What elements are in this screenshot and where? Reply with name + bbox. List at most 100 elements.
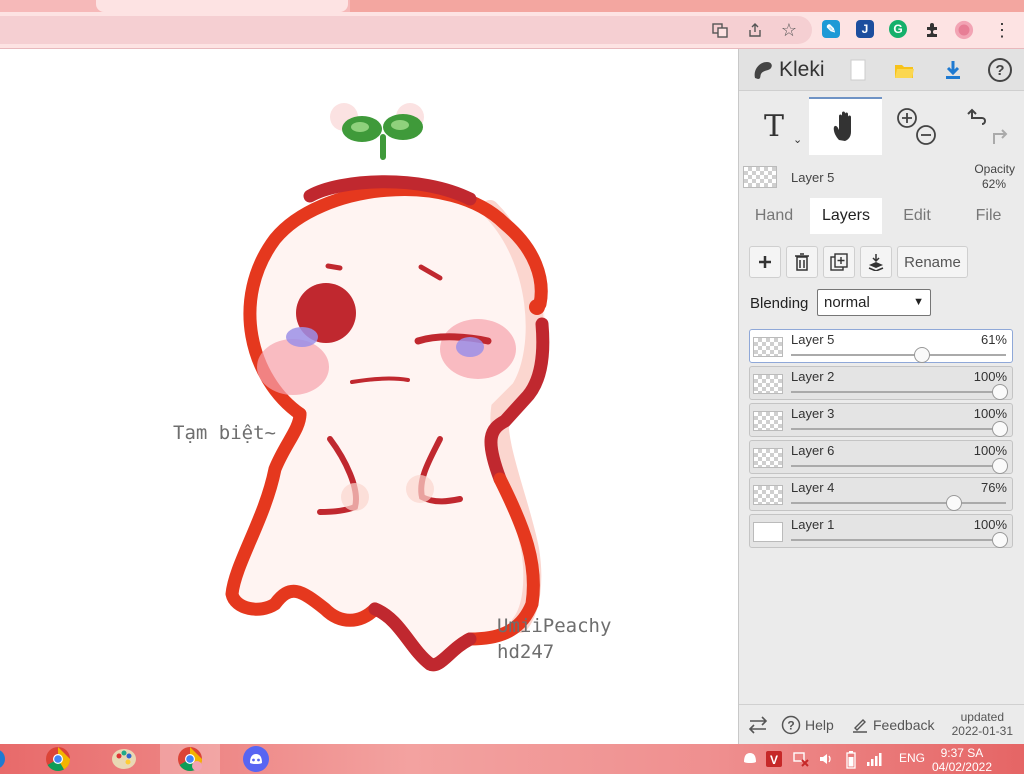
layer-opacity-slider[interactable] bbox=[791, 347, 1006, 363]
undo-icon[interactable] bbox=[966, 108, 986, 125]
share-icon[interactable] bbox=[745, 20, 765, 40]
layer-row[interactable]: Layer 5 61% bbox=[749, 329, 1013, 363]
panel-tabs: Hand Layers Edit File bbox=[739, 198, 1024, 234]
address-bar[interactable] bbox=[0, 16, 812, 44]
layer-opacity-value: 100% bbox=[973, 443, 1007, 458]
layer-row[interactable]: Layer 2 100% bbox=[749, 366, 1013, 400]
zoom-out-icon[interactable] bbox=[916, 125, 936, 145]
layer-opacity-handle[interactable] bbox=[946, 495, 963, 511]
goodbye-text: Tạm biệt~ bbox=[173, 422, 276, 444]
plus-icon bbox=[759, 256, 771, 268]
tray-discord-icon[interactable] bbox=[742, 751, 758, 768]
layer-thumbnail bbox=[753, 448, 783, 468]
signature-id: hd247 bbox=[497, 641, 555, 663]
kleki-panel: Kleki ? T ⌄ Layer 5 Opacity 62% Hand Lay… bbox=[738, 49, 1024, 744]
bookmark-star-icon[interactable]: ☆ bbox=[779, 20, 799, 40]
open-folder-icon[interactable] bbox=[889, 55, 919, 85]
signature-name: UmiiPeachy bbox=[497, 615, 612, 637]
layer-opacity-slider[interactable] bbox=[791, 495, 1006, 511]
updated-label: updated bbox=[960, 710, 1004, 724]
layer-opacity-handle[interactable] bbox=[991, 384, 1008, 400]
current-layer-info: Layer 5 Opacity 62% bbox=[739, 161, 1024, 195]
help-label: Help bbox=[805, 717, 834, 733]
merge-down-button[interactable] bbox=[860, 246, 892, 278]
layer-row[interactable]: Layer 3 100% bbox=[749, 403, 1013, 437]
browser-tab-active[interactable] bbox=[96, 0, 348, 12]
merge-down-icon bbox=[868, 254, 884, 271]
paint-app-icon[interactable] bbox=[94, 744, 154, 774]
blending-value: normal bbox=[824, 294, 870, 311]
zoom-controls bbox=[882, 97, 952, 155]
grammarly-icon[interactable]: G bbox=[889, 20, 907, 38]
feedback-pen-icon bbox=[853, 719, 867, 733]
help-button[interactable]: ? Help bbox=[781, 705, 834, 745]
screen: ☆ ✎ J G ⋮ Tạm biệt~ UmiiPeachy hd247 Kle… bbox=[0, 0, 1024, 774]
tool-bar: T ⌄ bbox=[739, 97, 1024, 155]
layer-row[interactable]: Layer 1 100% bbox=[749, 514, 1013, 548]
swap-side-button[interactable] bbox=[747, 705, 769, 745]
battery-icon[interactable] bbox=[846, 751, 856, 772]
feedback-button[interactable]: Feedback bbox=[851, 705, 934, 745]
taskbar-app-edge-icon[interactable] bbox=[0, 744, 12, 774]
layer-row[interactable]: Layer 4 76% bbox=[749, 477, 1013, 511]
layer-opacity-handle[interactable] bbox=[991, 458, 1008, 474]
layer-opacity-slider[interactable] bbox=[791, 421, 1008, 437]
tray-v-icon[interactable]: V bbox=[766, 751, 782, 770]
tab-file[interactable]: File bbox=[952, 198, 1024, 234]
volume-icon[interactable] bbox=[818, 751, 834, 770]
text-tool-button[interactable]: T ⌄ bbox=[739, 97, 809, 155]
clock-date: 04/02/2022 bbox=[931, 760, 992, 774]
layer-row[interactable]: Layer 6 100% bbox=[749, 440, 1013, 474]
language-indicator[interactable]: ENG bbox=[899, 751, 925, 765]
layer-opacity-handle[interactable] bbox=[914, 347, 931, 363]
feedback-label: Feedback bbox=[873, 717, 935, 733]
new-image-icon[interactable] bbox=[843, 55, 873, 85]
taskbar-clock[interactable]: 9:37 SA 04/02/2022 bbox=[932, 746, 992, 774]
browser-menu-icon[interactable]: ⋮ bbox=[992, 20, 1012, 40]
layer-name: Layer 6 bbox=[791, 443, 835, 458]
discord-icon[interactable] bbox=[226, 744, 286, 774]
svg-text:?: ? bbox=[787, 719, 794, 733]
download-icon[interactable] bbox=[938, 55, 968, 85]
wifi-signal-icon[interactable] bbox=[866, 751, 884, 770]
layer-opacity-value: 100% bbox=[973, 406, 1007, 421]
extension-j-icon[interactable]: J bbox=[856, 20, 874, 38]
help-circle-icon[interactable]: ? bbox=[985, 55, 1015, 85]
profile-avatar-icon[interactable] bbox=[954, 20, 974, 40]
layer-opacity-slider[interactable] bbox=[791, 532, 1008, 548]
layer-thumbnail bbox=[753, 337, 783, 357]
chrome-active-icon[interactable] bbox=[160, 744, 220, 774]
layer-opacity-handle[interactable] bbox=[991, 532, 1008, 548]
chevron-down-icon: ▼ bbox=[913, 296, 924, 308]
kleki-logo[interactable]: Kleki bbox=[751, 57, 825, 83]
layer-opacity-slider[interactable] bbox=[791, 458, 1008, 474]
layers-tab-content: Rename Blending normal ▼ Layer 5 61% Layer… bbox=[739, 234, 1024, 714]
network-error-icon[interactable] bbox=[792, 751, 810, 770]
blending-select[interactable]: normal ▼ bbox=[817, 289, 931, 316]
duplicate-layer-button[interactable] bbox=[823, 246, 855, 278]
translate-icon[interactable] bbox=[710, 20, 730, 40]
tab-layers[interactable]: Layers bbox=[810, 198, 882, 234]
rename-layer-button[interactable]: Rename bbox=[897, 246, 968, 278]
extension-pen-icon[interactable]: ✎ bbox=[822, 20, 840, 38]
kleki-logo-icon bbox=[754, 62, 772, 79]
layer-opacity-slider[interactable] bbox=[791, 384, 1008, 400]
chevron-down-icon[interactable]: ⌄ bbox=[793, 133, 802, 146]
chrome-icon[interactable] bbox=[28, 744, 88, 774]
hand-tool-button[interactable] bbox=[809, 97, 882, 155]
extensions-puzzle-icon[interactable] bbox=[922, 20, 942, 40]
layer-thumbnail bbox=[753, 411, 783, 431]
delete-layer-button[interactable] bbox=[786, 246, 818, 278]
tab-edit[interactable]: Edit bbox=[882, 198, 952, 234]
layer-opacity-handle[interactable] bbox=[991, 421, 1008, 437]
browser-tab-other[interactable] bbox=[350, 0, 1024, 12]
layer-thumbnail bbox=[753, 374, 783, 394]
updated-date: 2022-01-31 bbox=[951, 724, 1013, 738]
redo-icon[interactable] bbox=[992, 129, 1007, 144]
tab-hand[interactable]: Hand bbox=[739, 198, 809, 234]
help-icon: ? bbox=[781, 715, 801, 735]
kleki-header: Kleki ? bbox=[739, 49, 1024, 91]
add-layer-button[interactable] bbox=[749, 246, 781, 278]
drawing-canvas[interactable]: Tạm biệt~ UmiiPeachy hd247 bbox=[0, 49, 738, 744]
zoom-in-icon[interactable] bbox=[897, 108, 917, 128]
